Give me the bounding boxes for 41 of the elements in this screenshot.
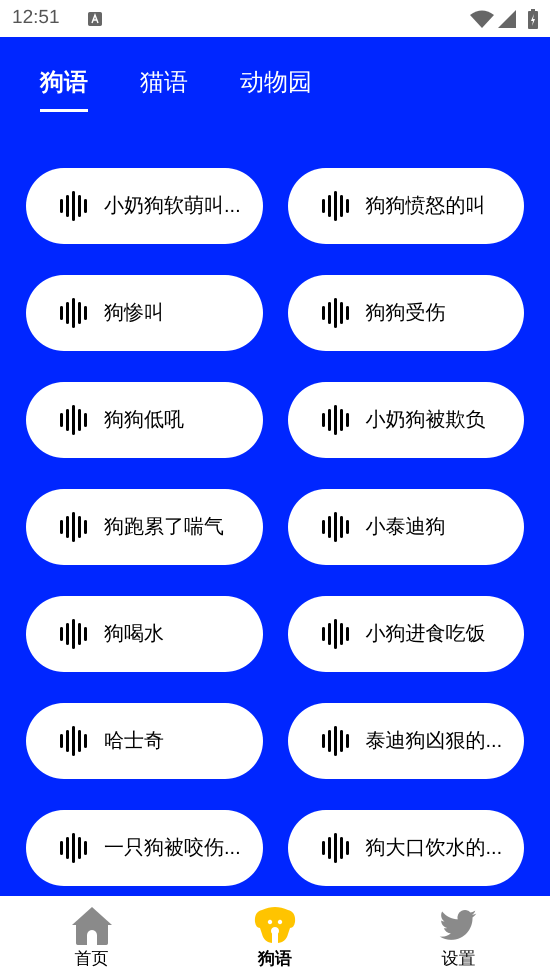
keyboard-notification-icon — [88, 12, 102, 26]
sound-wave-icon — [58, 404, 88, 436]
nav-item[interactable]: 首页 — [0, 896, 184, 979]
dog-face-icon — [254, 906, 296, 946]
sound-button[interactable]: 哈士奇 — [26, 703, 262, 779]
tab[interactable]: 动物园 — [240, 65, 312, 112]
sound-wave-icon — [320, 190, 350, 222]
sound-wave-icon — [58, 190, 88, 222]
nav-item[interactable]: 狗语 — [183, 896, 367, 979]
sound-wave-icon — [320, 297, 350, 329]
status-time: 12:51 — [12, 6, 60, 30]
house-icon — [70, 906, 113, 946]
sound-wave-icon — [58, 297, 88, 329]
sound-button[interactable]: 狗喝水 — [26, 596, 262, 672]
wifi-icon — [470, 10, 494, 28]
signal-icon — [498, 10, 516, 28]
sound-wave-icon — [320, 511, 350, 543]
sound-button[interactable]: 小狗进食吃饭 — [288, 596, 524, 672]
sound-button[interactable]: 狗狗受伤 — [288, 275, 524, 351]
sound-button[interactable]: 泰迪狗凶狠的... — [288, 703, 524, 779]
sound-wave-icon — [58, 832, 88, 864]
sound-button[interactable]: 小奶狗被欺负 — [288, 382, 524, 458]
battery-icon — [528, 8, 538, 28]
sound-button[interactable]: 狗狗愤怒的叫 — [288, 168, 524, 244]
sound-wave-icon — [320, 725, 350, 757]
sound-button[interactable]: 狗大口饮水的... — [288, 810, 524, 886]
tab[interactable]: 猫语 — [140, 65, 188, 112]
sound-wave-icon — [58, 511, 88, 543]
sound-wave-icon — [320, 618, 350, 650]
sound-wave-icon — [58, 618, 88, 650]
sound-button[interactable]: 狗狗低吼 — [26, 382, 262, 458]
sound-button[interactable]: 狗惨叫 — [26, 275, 262, 351]
sound-wave-icon — [58, 725, 88, 757]
sound-wave-icon — [320, 832, 350, 864]
sound-button[interactable]: 小奶狗软萌叫... — [26, 168, 262, 244]
tab[interactable]: 狗语 — [40, 65, 88, 112]
sound-button[interactable]: 狗跑累了喘气 — [26, 489, 262, 565]
sound-button[interactable]: 一只狗被咬伤... — [26, 810, 262, 886]
sound-button[interactable]: 小泰迪狗 — [288, 489, 524, 565]
nav-item[interactable]: 设置 — [366, 896, 550, 979]
sound-wave-icon — [320, 404, 350, 436]
